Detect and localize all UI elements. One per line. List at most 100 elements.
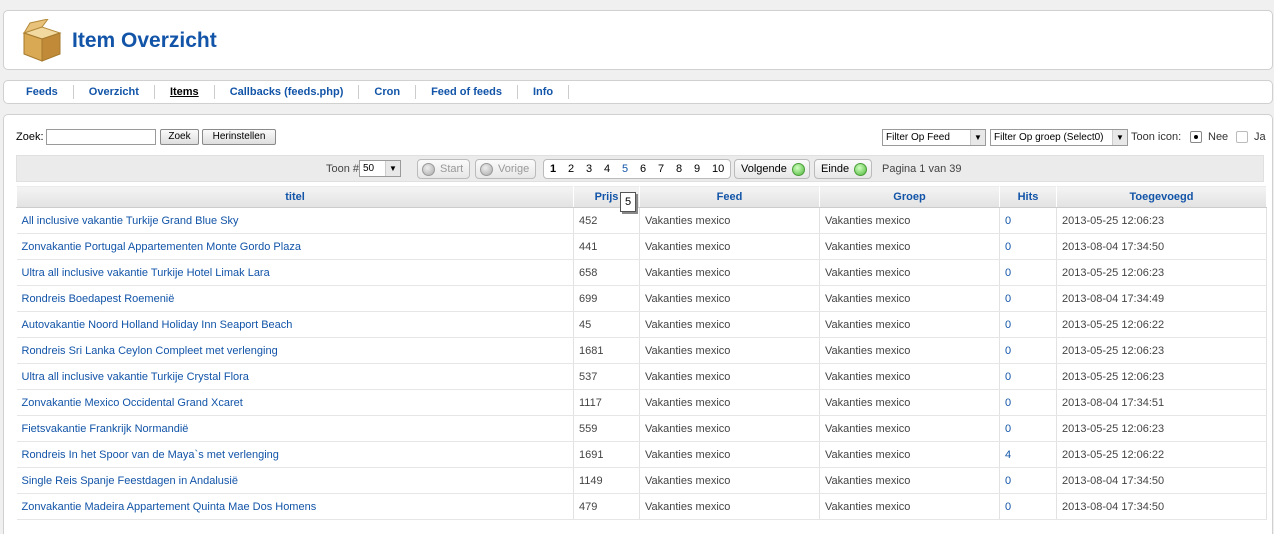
- item-title-link[interactable]: Ultra all inclusive vakantie Turkije Hot…: [22, 267, 270, 279]
- cell-group: Vakanties mexico: [819, 285, 1000, 312]
- table-row: Ultra all inclusive vakantie Turkije Hot…: [16, 259, 1267, 286]
- show-icon-no-radio[interactable]: [1190, 131, 1202, 143]
- nav-item-feeds[interactable]: Feeds: [11, 85, 74, 99]
- cell-hits: 0: [999, 259, 1057, 286]
- page-link[interactable]: 4: [604, 163, 622, 175]
- cell-feed: Vakanties mexico: [639, 467, 820, 494]
- item-title-link[interactable]: Zonvakantie Madeira Appartement Quinta M…: [22, 501, 317, 513]
- cell-group: Vakanties mexico: [819, 207, 1000, 234]
- item-title-link[interactable]: All inclusive vakantie Turkije Grand Blu…: [22, 215, 239, 227]
- cell-title: Rondreis In het Spoor van de Maya`s met …: [16, 441, 574, 468]
- cell-feed: Vakanties mexico: [639, 311, 820, 338]
- cell-hits: 4: [999, 441, 1057, 468]
- next-button[interactable]: Volgende: [734, 159, 810, 179]
- item-title-link[interactable]: Rondreis In het Spoor van de Maya`s met …: [22, 449, 279, 461]
- cell-title: Ultra all inclusive vakantie Turkije Cry…: [16, 363, 574, 390]
- page-link[interactable]: 3: [586, 163, 604, 175]
- nav-item-items[interactable]: Items: [155, 85, 215, 99]
- cell-group: Vakanties mexico: [819, 467, 1000, 494]
- header-panel: Item Overzicht: [3, 10, 1273, 70]
- search-button[interactable]: Zoek: [160, 129, 199, 145]
- cell-group: Vakanties mexico: [819, 441, 1000, 468]
- cell-title: Zonvakantie Mexico Occidental Grand Xcar…: [16, 389, 574, 416]
- table-row: Rondreis Sri Lanka Ceylon Compleet met v…: [16, 337, 1267, 364]
- column-header-hits[interactable]: Hits: [999, 185, 1057, 208]
- nav-item-callbacks-feeds-php[interactable]: Callbacks (feeds.php): [215, 85, 360, 99]
- cell-title: Autovakantie Noord Holland Holiday Inn S…: [16, 311, 574, 338]
- cell-added: 2013-08-04 17:34:50: [1056, 493, 1267, 520]
- cell-hits: 0: [999, 415, 1057, 442]
- show-icon-yes-label: Ja: [1254, 131, 1266, 143]
- prev-icon: [480, 163, 493, 176]
- cell-hits: 0: [999, 493, 1057, 520]
- table-row: Single Reis Spanje Feestdagen in Andalus…: [16, 467, 1267, 494]
- items-table: titel Prijs Feed Groep Hits Toegevoegd All in…: [16, 185, 1267, 520]
- item-title-link[interactable]: Single Reis Spanje Feestdagen in Andalus…: [22, 475, 238, 487]
- nav-item-overzicht[interactable]: Overzicht: [74, 85, 155, 99]
- column-header-feed[interactable]: Feed: [639, 185, 820, 208]
- start-button[interactable]: Start: [417, 159, 471, 179]
- show-count-select[interactable]: 50 ▼: [359, 160, 401, 177]
- page-info: Pagina 1 van 39: [882, 163, 962, 175]
- filter-feed-value: Filter Op Feed: [886, 132, 950, 143]
- nav-item-info[interactable]: Info: [518, 85, 570, 99]
- cell-hits: 0: [999, 233, 1057, 260]
- page-link[interactable]: 9: [694, 163, 712, 175]
- show-icon-no-label: Nee: [1208, 131, 1229, 143]
- cell-feed: Vakanties mexico: [639, 415, 820, 442]
- chevron-down-icon: ▼: [1112, 130, 1127, 145]
- item-title-link[interactable]: Autovakantie Noord Holland Holiday Inn S…: [22, 319, 293, 331]
- item-title-link[interactable]: Rondreis Sri Lanka Ceylon Compleet met v…: [22, 345, 278, 357]
- prev-button[interactable]: Vorige: [475, 159, 537, 179]
- show-icon-yes-radio[interactable]: [1236, 131, 1248, 143]
- cell-hits: 0: [999, 363, 1057, 390]
- item-title-link[interactable]: Fietsvakantie Frankrijk Normandië: [22, 423, 189, 435]
- nav-item-cron[interactable]: Cron: [359, 85, 417, 99]
- cell-feed: Vakanties mexico: [639, 441, 820, 468]
- cell-title: Zonvakantie Madeira Appartement Quinta M…: [16, 493, 574, 520]
- cell-group: Vakanties mexico: [819, 389, 1000, 416]
- cell-title: Ultra all inclusive vakantie Turkije Hot…: [16, 259, 574, 286]
- cell-price: 479: [573, 493, 640, 520]
- cell-group: Vakanties mexico: [819, 363, 1000, 390]
- cell-title: All inclusive vakantie Turkije Grand Blu…: [16, 207, 574, 234]
- page-link[interactable]: 1: [550, 163, 568, 175]
- column-header-group[interactable]: Groep: [819, 185, 1000, 208]
- cell-hits: 0: [999, 311, 1057, 338]
- filter-feed-select[interactable]: Filter Op Feed ▼: [882, 129, 986, 146]
- filter-group-value: Filter Op groep (Select0): [994, 132, 1104, 143]
- page-link[interactable]: 7: [658, 163, 676, 175]
- item-title-link[interactable]: Rondreis Boedapest Roemenië: [22, 293, 175, 305]
- table-row: Fietsvakantie Frankrijk Normandië 559 Vaka…: [16, 415, 1267, 442]
- cell-title: Rondreis Sri Lanka Ceylon Compleet met v…: [16, 337, 574, 364]
- cell-group: Vakanties mexico: [819, 233, 1000, 260]
- end-button[interactable]: Einde: [814, 159, 873, 179]
- table-row: Zonvakantie Mexico Occidental Grand Xcar…: [16, 389, 1267, 416]
- reset-button[interactable]: Herinstellen: [202, 129, 276, 145]
- nav-item-feed-of-feeds[interactable]: Feed of feeds: [416, 85, 518, 99]
- page-link[interactable]: 10: [712, 163, 730, 175]
- cell-added: 2013-08-04 17:34:51: [1056, 389, 1267, 416]
- cell-added: 2013-08-04 17:34:49: [1056, 285, 1267, 312]
- table-row: Ultra all inclusive vakantie Turkije Cry…: [16, 363, 1267, 390]
- page-link[interactable]: 8: [676, 163, 694, 175]
- page-link[interactable]: 6: [640, 163, 658, 175]
- item-title-link[interactable]: Zonvakantie Mexico Occidental Grand Xcar…: [22, 397, 243, 409]
- column-header-title[interactable]: titel: [16, 185, 574, 208]
- search-input[interactable]: [46, 129, 156, 145]
- item-title-link[interactable]: Zonvakantie Portugal Appartementen Monte…: [22, 241, 301, 253]
- cell-price: 45: [573, 311, 640, 338]
- cell-price: 699: [573, 285, 640, 312]
- cell-price: 1117: [573, 389, 640, 416]
- cell-hits: 0: [999, 207, 1057, 234]
- page-link[interactable]: 2: [568, 163, 586, 175]
- page-link[interactable]: 5: [622, 163, 640, 175]
- cell-group: Vakanties mexico: [819, 337, 1000, 364]
- main-nav: Feeds Overzicht Items Callbacks (feeds.php)…: [3, 80, 1273, 104]
- cell-group: Vakanties mexico: [819, 259, 1000, 286]
- column-header-added[interactable]: Toegevoegd: [1056, 185, 1267, 208]
- cell-added: 2013-05-25 12:06:23: [1056, 363, 1267, 390]
- end-label: Einde: [821, 163, 850, 175]
- item-title-link[interactable]: Ultra all inclusive vakantie Turkije Cry…: [22, 371, 249, 383]
- filter-group-select[interactable]: Filter Op groep (Select0) ▼: [990, 129, 1128, 146]
